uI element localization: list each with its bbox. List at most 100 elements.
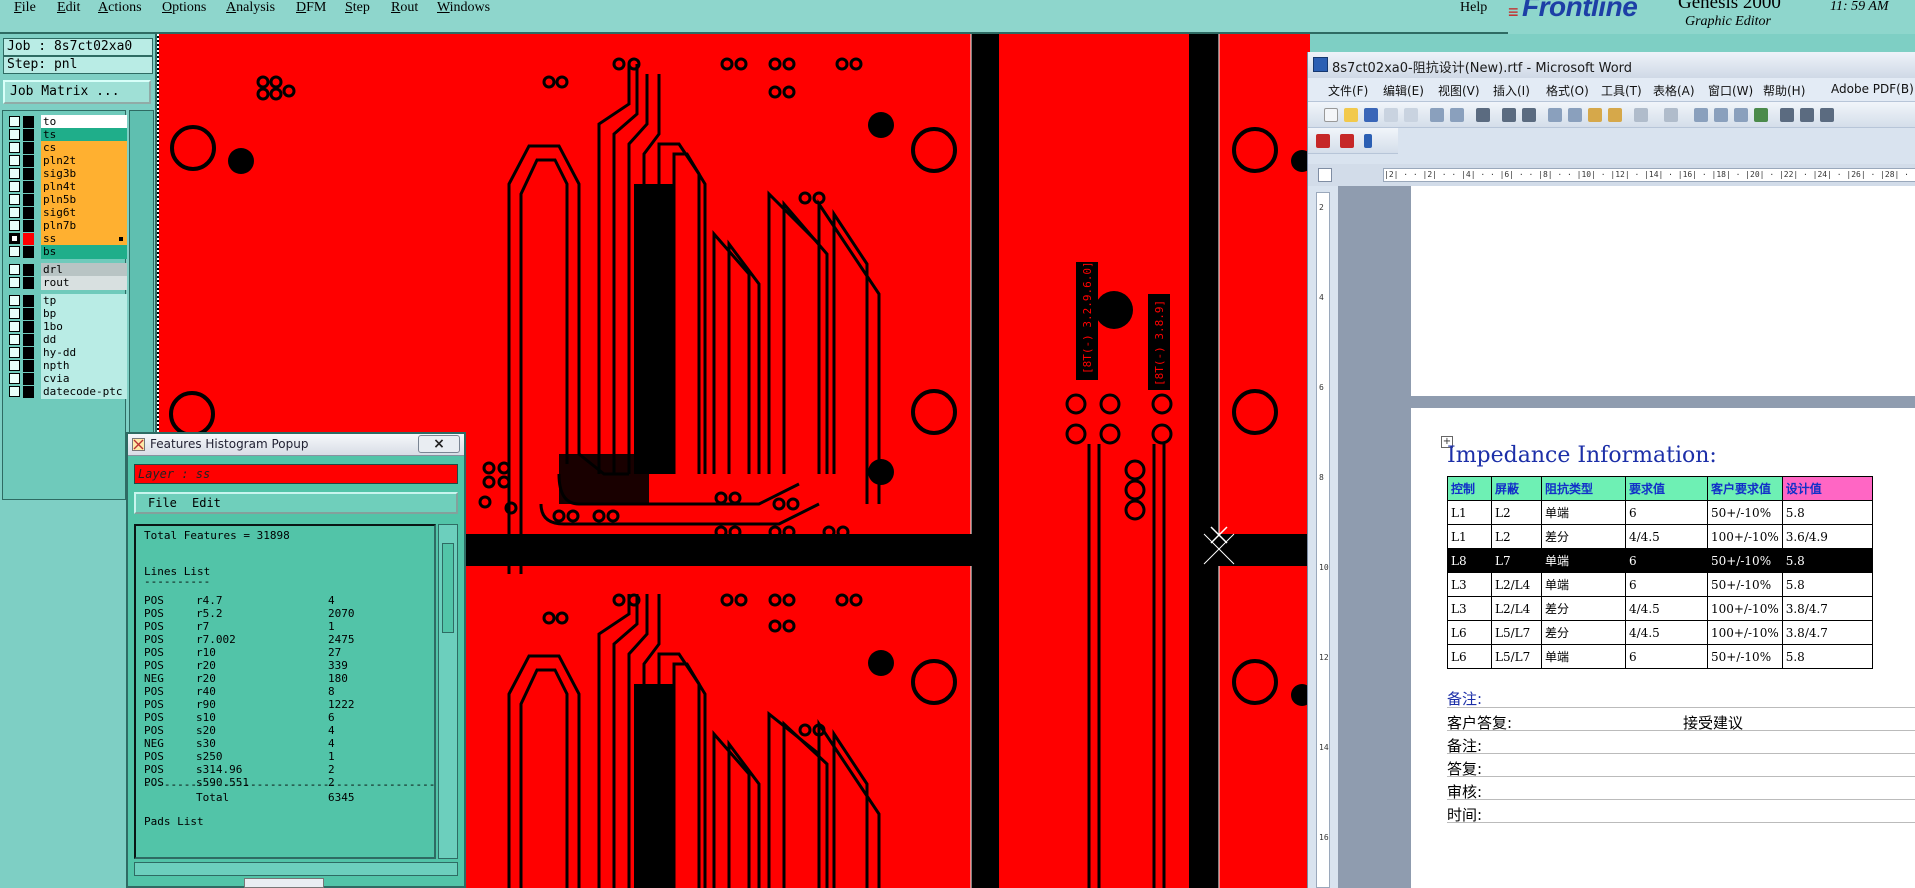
table-cell[interactable]: L8: [1447, 548, 1492, 573]
table-cell[interactable]: 50+/-10%: [1707, 500, 1783, 525]
menu-options[interactable]: Options: [162, 0, 206, 15]
scrollbar-thumb[interactable]: [442, 543, 454, 633]
document-area[interactable]: + Impedance Information: 控制 屏蔽 阻抗类型 要求值 …: [1338, 186, 1915, 888]
drawing-icon[interactable]: [1800, 108, 1814, 122]
spelling-icon[interactable]: [1476, 108, 1490, 122]
layer-name[interactable]: npth: [41, 359, 127, 373]
table-cell[interactable]: 6: [1625, 500, 1708, 525]
layer-row-cvia[interactable]: cvia: [9, 372, 127, 386]
permission-icon[interactable]: [1384, 108, 1398, 122]
table-cell[interactable]: L1: [1447, 524, 1492, 549]
word-menu-adobe-pdf[interactable]: Adobe PDF(B): [1831, 82, 1914, 96]
layer-name[interactable]: bs: [41, 245, 127, 259]
document-map-icon[interactable]: [1820, 108, 1834, 122]
menu-help[interactable]: Help: [1460, 0, 1487, 16]
table-cell[interactable]: 差分: [1541, 596, 1626, 621]
layer-name[interactable]: sig3b: [41, 167, 127, 181]
format-painter-icon[interactable]: [1608, 108, 1622, 122]
copy-icon[interactable]: [1568, 108, 1582, 122]
layer-checkbox[interactable]: [9, 116, 20, 127]
layer-row-rout[interactable]: rout: [9, 276, 127, 290]
menu-file[interactable]: File: [14, 0, 36, 15]
histogram-text-area[interactable]: Total Features = 31898 Lines List ------…: [134, 524, 436, 859]
columns-icon[interactable]: [1780, 108, 1794, 122]
layer-name[interactable]: datecode-ptc: [41, 385, 127, 399]
layer-checkbox[interactable]: [9, 181, 20, 192]
convert-to-pdf-icon[interactable]: [1316, 134, 1330, 148]
table-cell[interactable]: L5/L7: [1491, 644, 1542, 669]
word-title-bar[interactable]: 8s7ct02xa0-阻抗设计(New).rtf - Microsoft Wor…: [1308, 52, 1915, 78]
table-cell[interactable]: 50+/-10%: [1707, 644, 1783, 669]
layer-row-pln7b[interactable]: pln7b: [9, 219, 127, 233]
table-cell[interactable]: L2/L4: [1491, 572, 1542, 597]
layer-row-pln4t[interactable]: pln4t: [9, 180, 127, 194]
layer-row-pln5b[interactable]: pln5b: [9, 193, 127, 207]
table-cell[interactable]: L3: [1447, 596, 1492, 621]
layer-name[interactable]: dd: [41, 333, 127, 347]
table-row[interactable]: L8 L7 单端 6 50+/-10% 5.8: [1447, 548, 1873, 573]
word-menu-tools[interactable]: 工具(T): [1601, 82, 1642, 99]
table-cell[interactable]: L3: [1447, 572, 1492, 597]
translate-icon[interactable]: [1522, 108, 1536, 122]
layer-row-sig3b[interactable]: sig3b: [9, 167, 127, 181]
layer-row-ts[interactable]: ts: [9, 128, 127, 142]
word-menu-format[interactable]: 格式(O): [1546, 82, 1589, 99]
table-cell[interactable]: 3.6/4.9: [1781, 524, 1873, 549]
layer-checkbox[interactable]: [9, 194, 20, 205]
cut-icon[interactable]: [1548, 108, 1562, 122]
word-menu-help[interactable]: 帮助(H): [1763, 82, 1805, 99]
layer-name[interactable]: bp: [41, 307, 127, 321]
popup-horizontal-scrollbar[interactable]: [134, 862, 458, 876]
layer-row-sig6t[interactable]: sig6t: [9, 206, 127, 220]
insert-table-icon[interactable]: [1734, 108, 1748, 122]
layer-checkbox[interactable]: [9, 220, 20, 231]
table-cell[interactable]: 6: [1625, 644, 1708, 669]
table-cell[interactable]: L7: [1491, 548, 1542, 573]
menu-analysis[interactable]: Analysis: [226, 0, 275, 15]
menu-rout[interactable]: Rout: [391, 0, 418, 15]
layer-checkbox[interactable]: [9, 334, 20, 345]
layer-row-tp[interactable]: tp: [9, 294, 127, 308]
horizontal-ruler[interactable]: |2| · · |2| · · |4| · · |6| · · |8| · · …: [1308, 164, 1915, 186]
layer-checkbox[interactable]: [9, 142, 20, 153]
layer-name[interactable]: tp: [41, 294, 127, 308]
table-cell[interactable]: 3.8/4.7: [1781, 596, 1873, 621]
table-cell[interactable]: L5/L7: [1491, 620, 1542, 645]
table-row[interactable]: L3 L2/L4 差分 4/4.5 100+/-10% 3.8/4.7: [1447, 596, 1873, 621]
table-cell[interactable]: L2: [1491, 500, 1542, 525]
table-cell[interactable]: 4/4.5: [1625, 524, 1708, 549]
menu-edit[interactable]: Edit: [57, 0, 80, 15]
layer-name[interactable]: hy-dd: [41, 346, 127, 360]
layer-row-pln2t[interactable]: pln2t: [9, 154, 127, 168]
job-matrix-button[interactable]: Job Matrix ...: [3, 80, 151, 104]
table-cell[interactable]: 6: [1625, 548, 1708, 573]
layer-row-npth[interactable]: npth: [9, 359, 127, 373]
layer-name[interactable]: ts: [41, 128, 127, 142]
table-cell[interactable]: L2/L4: [1491, 596, 1542, 621]
table-cell[interactable]: 100+/-10%: [1707, 596, 1783, 621]
layer-name[interactable]: pln7b: [41, 219, 127, 233]
impedance-table[interactable]: 控制 屏蔽 阻抗类型 要求值 客户要求值 设计值 L1 L2 单端 6 50+/-10%…: [1447, 476, 1873, 669]
layer-name[interactable]: pln4t: [41, 180, 127, 194]
print-icon[interactable]: [1430, 108, 1444, 122]
new-document-icon[interactable]: [1324, 108, 1338, 122]
layer-checkbox[interactable]: [9, 129, 20, 140]
layer-checkbox[interactable]: [9, 155, 20, 166]
table-cell[interactable]: L6: [1447, 620, 1492, 645]
layer-name[interactable]: cvia: [41, 372, 127, 386]
pdf-email-icon[interactable]: [1340, 134, 1354, 148]
popup-title-bar[interactable]: Features Histogram Popup ×: [128, 434, 464, 456]
layer-checkbox[interactable]: [9, 295, 20, 306]
layer-name[interactable]: ss: [41, 232, 127, 246]
word-menu-edit[interactable]: 编辑(E): [1383, 82, 1424, 99]
table-cell[interactable]: L1: [1447, 500, 1492, 525]
hyperlink-icon[interactable]: [1694, 108, 1708, 122]
layer-row-to[interactable]: to: [9, 115, 127, 129]
layer-row-datecode-ptc[interactable]: datecode-ptc: [9, 385, 127, 399]
insert-excel-icon[interactable]: [1754, 108, 1768, 122]
undo-icon[interactable]: [1634, 108, 1648, 122]
layer-row-dd[interactable]: dd: [9, 333, 127, 347]
menu-actions[interactable]: Actions: [98, 0, 142, 15]
layer-checkbox[interactable]: [9, 264, 20, 275]
popup-close-button[interactable]: ×: [418, 435, 460, 453]
